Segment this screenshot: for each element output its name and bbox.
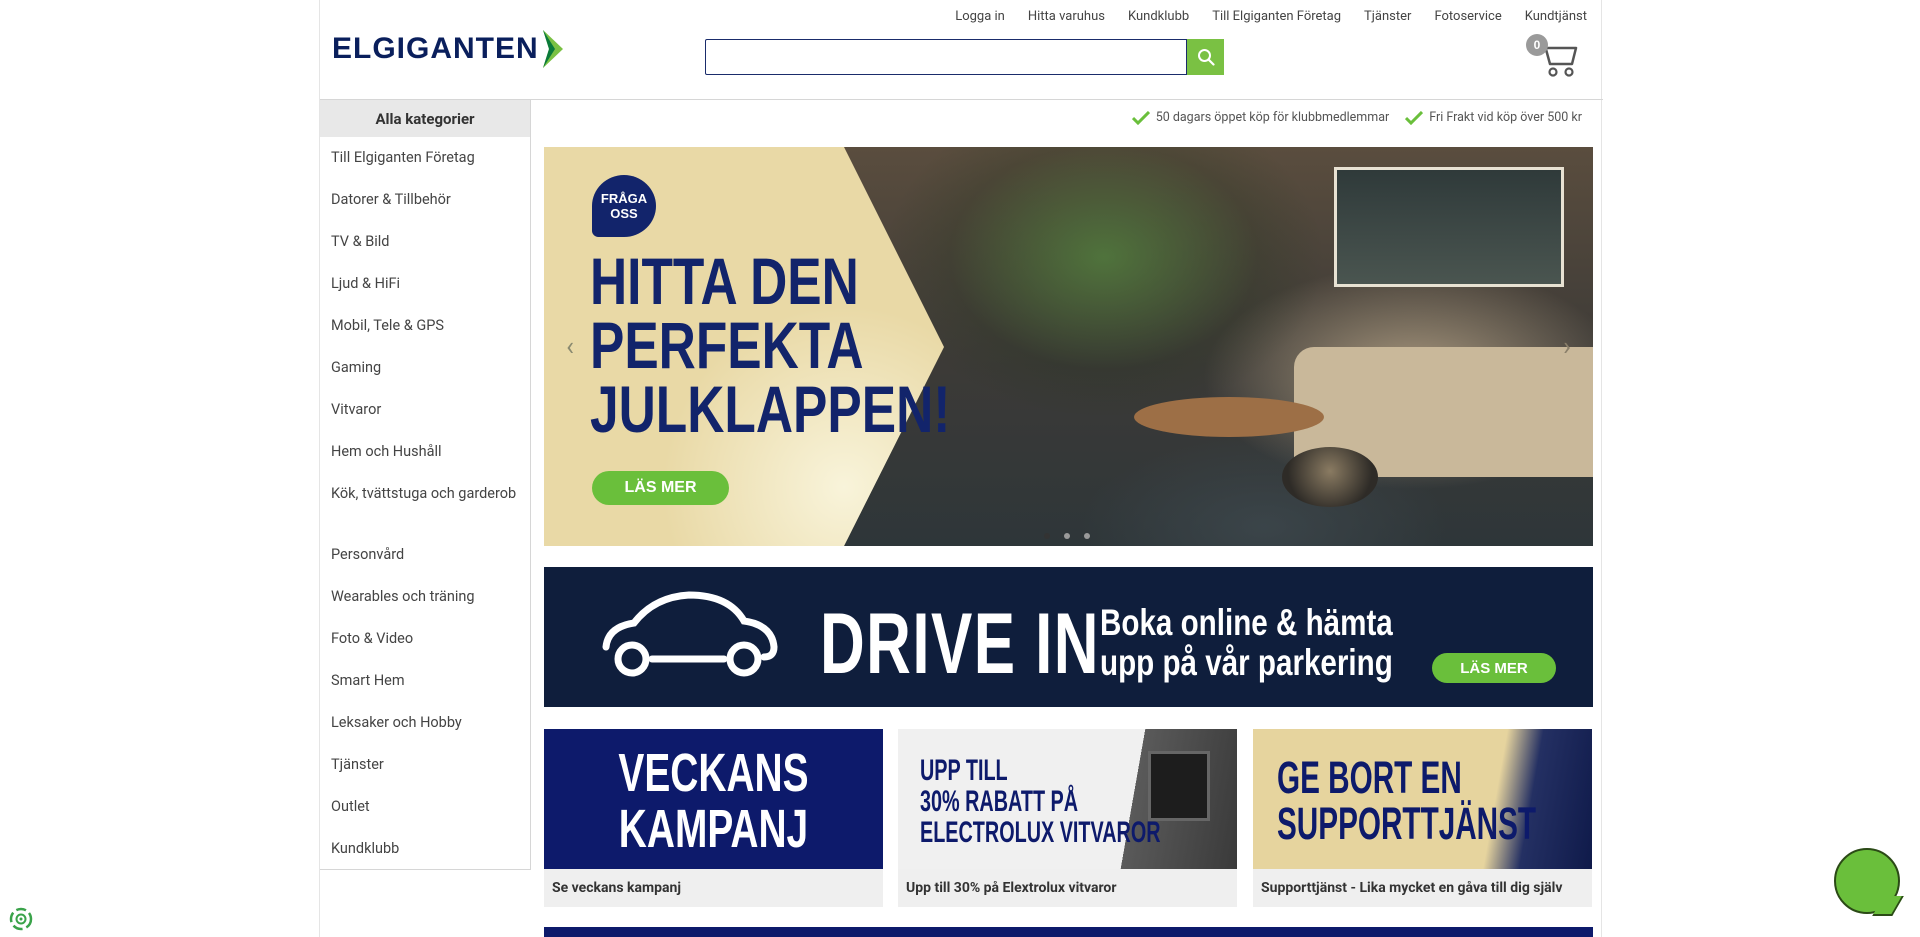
hero-photo-robot-vacuum: [1282, 447, 1378, 507]
elgiganten-logo[interactable]: ELGIGANTEN: [332, 30, 563, 68]
check-icon: [1131, 110, 1150, 125]
sidebar-item-hem-hushall[interactable]: Hem och Hushåll: [331, 431, 522, 473]
car-icon: [602, 591, 778, 677]
sidebar-item-foto-video[interactable]: Foto & Video: [331, 618, 522, 660]
top-link-tjanster[interactable]: Tjänster: [1364, 9, 1411, 24]
usp-text: Fri Frakt vid köp över 500 kr: [1429, 110, 1582, 125]
promo-tile-caption[interactable]: Se veckans kampanj: [544, 869, 883, 907]
check-icon: [1405, 110, 1424, 125]
usp-text: 50 dagars öppet köp för klubbmedlemmar: [1155, 110, 1390, 125]
logo-text: ELGIGANTEN: [332, 32, 539, 65]
carousel-dot-2[interactable]: [1064, 533, 1070, 539]
promo-tile-caption[interactable]: Supporttjänst - Lika mycket en gåva till…: [1253, 869, 1592, 907]
promo-tile-image: GE BORT EN SUPPORTTJÄNST: [1253, 729, 1592, 869]
category-sidebar: Alla kategorier Till Elgiganten Företag …: [320, 100, 531, 870]
promo-tile-image: UPP TILL 30% RABATT PÅ ELECTROLUX VITVAR…: [898, 729, 1237, 869]
sidebar-item-datorer[interactable]: Datorer & Tillbehör: [331, 179, 522, 221]
promo-tile-image: VECKANS KAMPANJ: [544, 729, 883, 869]
hero-title: HITTA DEN PERFEKTA JULKLAPPEN!: [590, 244, 951, 446]
promo-tile-supporttjanst[interactable]: GE BORT EN SUPPORTTJÄNST Supporttjänst -…: [1253, 729, 1592, 907]
top-links: Logga in Hitta varuhus Kundklubb Till El…: [932, 9, 1587, 24]
sidebar-item-mobil[interactable]: Mobil, Tele & GPS: [331, 305, 522, 347]
hero-photo-table: [1134, 397, 1324, 437]
drive-in-subtitle: Boka online & hämta upp på vår parkering: [1100, 602, 1393, 683]
hero-carousel[interactable]: FRÅGA OSS HITTA DEN PERFEKTA JULKLAPPEN! …: [544, 147, 1593, 546]
carousel-dots: [1044, 533, 1090, 539]
promo-tile-electrolux[interactable]: UPP TILL 30% RABATT PÅ ELECTROLUX VITVAR…: [898, 729, 1237, 907]
search-button[interactable]: [1187, 39, 1224, 75]
sidebar-item-smart-hem[interactable]: Smart Hem: [331, 660, 522, 702]
top-link-hitta-varuhus[interactable]: Hitta varuhus: [1028, 9, 1105, 24]
page-container: ELGIGANTEN Logga in Hitta varuhus Kundkl…: [319, 0, 1603, 937]
top-link-kundklubb[interactable]: Kundklubb: [1128, 9, 1189, 24]
drive-in-banner[interactable]: DRIVE IN Boka online & hämta upp på vår …: [544, 567, 1593, 707]
sidebar-item-kundklubb[interactable]: Kundklubb: [331, 828, 522, 870]
sidebar-item-vitvaror[interactable]: Vitvaror: [331, 389, 522, 431]
usp-open-purchase: 50 dagars öppet köp för klubbmedlemmar: [1131, 110, 1390, 125]
usp-free-shipping: Fri Frakt vid köp över 500 kr: [1405, 110, 1582, 125]
carousel-dot-3[interactable]: [1084, 533, 1090, 539]
sidebar-item-tjanster[interactable]: Tjänster: [331, 744, 522, 786]
site-header: ELGIGANTEN Logga in Hitta varuhus Kundkl…: [320, 0, 1603, 100]
sidebar-item-ljud-hifi[interactable]: Ljud & HiFi: [331, 263, 522, 305]
sidebar-item-gaming[interactable]: Gaming: [331, 347, 522, 389]
cart-button[interactable]: 0: [1526, 34, 1578, 78]
next-banner-strip: [544, 927, 1593, 937]
cart-count-badge: 0: [1526, 34, 1548, 56]
sidebar-item-wearables[interactable]: Wearables och träning: [331, 576, 522, 618]
drive-in-read-more-button[interactable]: LÄS MER: [1432, 653, 1556, 683]
cookie-settings-icon[interactable]: [8, 906, 34, 932]
sidebar-item-leksaker[interactable]: Leksaker och Hobby: [331, 702, 522, 744]
top-link-foretag[interactable]: Till Elgiganten Företag: [1212, 9, 1341, 24]
usp-bar: 50 dagars öppet köp för klubbmedlemmar F…: [1131, 110, 1582, 125]
logo-arrow-icon: [542, 30, 563, 68]
top-link-kundtjanst[interactable]: Kundtjänst: [1525, 9, 1587, 24]
sidebar-heading[interactable]: Alla kategorier: [320, 100, 530, 137]
fraga-oss-badge: FRÅGA OSS: [592, 175, 656, 237]
carousel-prev-arrow-icon[interactable]: ‹: [560, 332, 580, 362]
search-icon: [1197, 49, 1215, 66]
sidebar-item-kok[interactable]: Kök, tvättstuga och garderob: [331, 473, 522, 534]
drive-in-title: DRIVE IN: [820, 596, 1100, 692]
promo-tile-caption[interactable]: Upp till 30% på Elextrolux vitvaror: [898, 869, 1237, 907]
search-input[interactable]: [705, 39, 1188, 75]
sidebar-item-foretag[interactable]: Till Elgiganten Företag: [331, 137, 522, 179]
top-link-fotoservice[interactable]: Fotoservice: [1434, 9, 1501, 24]
carousel-next-arrow-icon[interactable]: ›: [1557, 332, 1577, 362]
sidebar-item-tv-bild[interactable]: TV & Bild: [331, 221, 522, 263]
oven-image: [1148, 751, 1210, 821]
hero-read-more-button[interactable]: LÄS MER: [592, 471, 729, 505]
promo-tile-veckans-kampanj[interactable]: VECKANS KAMPANJ Se veckans kampanj: [544, 729, 883, 907]
hero-photo-window: [1334, 167, 1564, 287]
top-link-logga-in[interactable]: Logga in: [955, 9, 1005, 24]
sidebar-item-outlet[interactable]: Outlet: [331, 786, 522, 828]
search-bar: [705, 39, 1224, 75]
sidebar-item-personvard[interactable]: Personvård: [331, 534, 522, 576]
carousel-dot-1[interactable]: [1044, 533, 1050, 539]
